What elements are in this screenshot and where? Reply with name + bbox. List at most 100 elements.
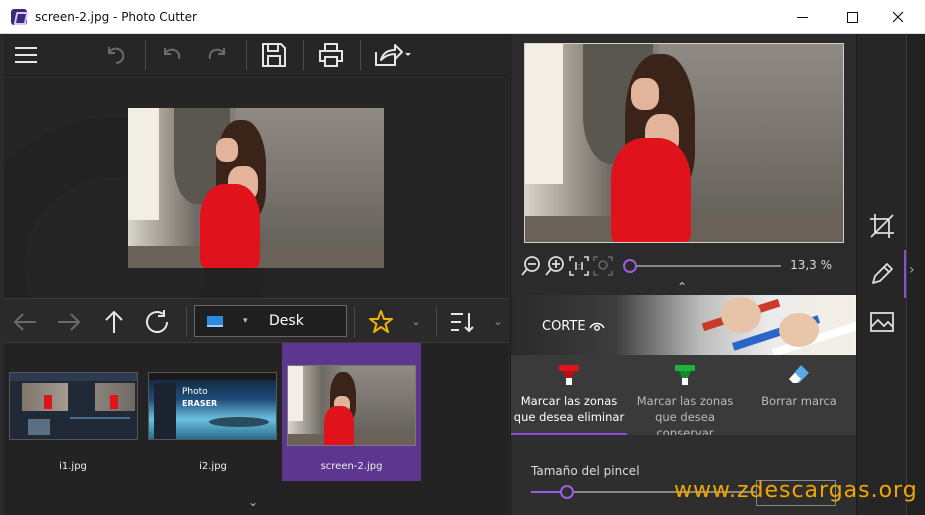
tool-label: Marcar las zonas que desea conservar <box>636 394 734 440</box>
thumbnail-label: i2.jpg <box>199 461 227 472</box>
thumbnail-label: screen-2.jpg <box>320 461 383 472</box>
photo-cutter-app-icon <box>11 8 27 25</box>
undo-icon <box>164 48 181 60</box>
thumbnail-photo-text: Photo <box>182 387 208 397</box>
thumbnail-item[interactable]: Photo ERASER i2.jpg <box>144 343 282 481</box>
brush-size-slider-knob[interactable] <box>560 485 574 499</box>
minimize-button[interactable] <box>779 0 825 34</box>
forward-button[interactable] <box>54 299 84 344</box>
maximize-button[interactable] <box>829 0 875 34</box>
scroll-down-button[interactable]: ⌄ <box>248 495 258 509</box>
menu-button[interactable] <box>10 34 42 76</box>
mark-keep-tool[interactable]: Marcar las zonas que desea conservar <box>627 355 743 440</box>
redo-icon <box>208 48 225 60</box>
chevron-down-icon: ⌄ <box>411 315 421 328</box>
actual-size-icon <box>569 256 589 276</box>
brush-size-section: Tamaño del pincel <box>511 435 857 515</box>
title-bar: screen-2.jpg - Photo Cutter <box>0 0 925 34</box>
green-marker-icon <box>675 365 695 385</box>
crop-tool-button[interactable] <box>857 206 907 246</box>
zoom-slider-track[interactable] <box>631 265 781 267</box>
marking-tools: Marcar las zonas que desea eliminar Marc… <box>511 355 857 440</box>
preview-photo <box>525 44 843 242</box>
fit-to-window-button[interactable] <box>592 254 614 278</box>
nav-separator <box>354 307 355 337</box>
redo-button[interactable] <box>200 34 232 76</box>
sort-dropdown-arrow[interactable]: ⌄ <box>488 299 508 344</box>
close-button[interactable] <box>875 0 921 34</box>
nav-separator <box>186 307 187 337</box>
right-panel: 13,3 % ⌃ CORTE Marcar las zonas que dese… <box>510 34 857 515</box>
main-toolbar <box>4 34 509 76</box>
undo-button[interactable] <box>157 34 189 76</box>
favorites-dropdown-arrow[interactable]: ⌄ <box>406 299 426 344</box>
mark-remove-tool[interactable]: Marcar las zonas que desea eliminar <box>511 355 627 435</box>
up-button[interactable] <box>99 299 129 344</box>
chevron-right-icon: › <box>909 262 915 278</box>
thumbnail-image <box>287 365 416 446</box>
collapse-button[interactable]: ⌃ <box>677 280 687 294</box>
refresh-icon <box>146 309 168 333</box>
nav-separator <box>436 307 437 337</box>
brush-tool-button[interactable] <box>857 254 907 294</box>
location-dropdown[interactable]: ▾ Desk <box>194 305 347 337</box>
window-title: screen-2.jpg - Photo Cutter <box>35 9 197 24</box>
thumbnail-image <box>9 372 138 440</box>
panel-collapse-strip[interactable]: › <box>906 34 925 515</box>
hand-shape <box>721 297 761 333</box>
favorites-button[interactable] <box>366 299 396 344</box>
editor-canvas[interactable] <box>4 77 509 298</box>
red-marker-icon <box>559 365 579 385</box>
toolbar-separator <box>360 40 361 70</box>
thumbnail-item-selected[interactable]: screen-2.jpg <box>282 343 421 481</box>
app-window: screen-2.jpg - Photo Cutter ▾ Desk ⌄ ⌄ i… <box>0 0 925 515</box>
eye-icon <box>589 322 605 331</box>
tool-rail <box>856 34 907 515</box>
minimize-icon <box>796 16 808 18</box>
file-navigation-bar: ▾ Desk ⌄ ⌄ <box>4 298 509 343</box>
print-icon <box>319 43 343 67</box>
back-button[interactable] <box>10 299 40 344</box>
red-dress-shape <box>200 184 260 268</box>
image-icon <box>870 312 894 332</box>
chevron-down-icon: ⌄ <box>248 495 259 509</box>
tool-label: Borrar marca <box>761 394 837 408</box>
thumbnail-strip: i1.jpg Photo ERASER i2.jpg screen-2.jpg … <box>4 343 509 515</box>
thumbnail-item[interactable]: i1.jpg <box>4 343 142 481</box>
undo-all-button[interactable] <box>100 34 132 76</box>
arrow-up-icon <box>105 310 123 333</box>
hand-shape <box>779 313 819 347</box>
editor-photo <box>128 108 384 268</box>
thumbnail-eraser-text: ERASER <box>182 399 218 408</box>
red-dress-shape <box>611 138 691 242</box>
erase-mark-tool[interactable]: Borrar marca <box>741 355 857 435</box>
sort-list-icon <box>451 312 474 332</box>
toolbar-separator <box>303 40 304 70</box>
cut-section-banner[interactable]: CORTE <box>511 295 857 355</box>
watermark-text: www.zdescargas.org <box>674 478 918 503</box>
save-button[interactable] <box>258 34 290 76</box>
refresh-button[interactable] <box>142 299 172 344</box>
sort-button[interactable] <box>447 299 477 344</box>
print-button[interactable] <box>315 34 347 76</box>
tool-label: Marcar las zonas que desea eliminar <box>513 394 625 424</box>
toolbar-separator <box>246 40 247 70</box>
hamburger-menu-icon <box>15 47 37 63</box>
zoom-in-icon <box>545 256 564 276</box>
share-button[interactable] <box>370 34 414 76</box>
zoom-out-icon <box>521 256 540 276</box>
pencil-icon <box>872 263 893 284</box>
brush-size-label: Tamaño del pincel <box>531 464 640 478</box>
result-preview <box>524 43 844 243</box>
arrow-right-icon <box>58 312 81 331</box>
crop-icon <box>870 214 894 238</box>
desktop-icon <box>207 316 223 327</box>
zoom-out-button[interactable] <box>520 254 542 278</box>
zoom-in-button[interactable] <box>544 254 566 278</box>
actual-size-button[interactable] <box>568 254 590 278</box>
zoom-slider-knob[interactable] <box>623 259 637 273</box>
undo-all-icon <box>108 47 125 64</box>
chevron-down-icon: ⌄ <box>493 315 503 328</box>
thumbnail-image: Photo ERASER <box>148 372 277 440</box>
image-tool-button[interactable] <box>857 302 907 342</box>
